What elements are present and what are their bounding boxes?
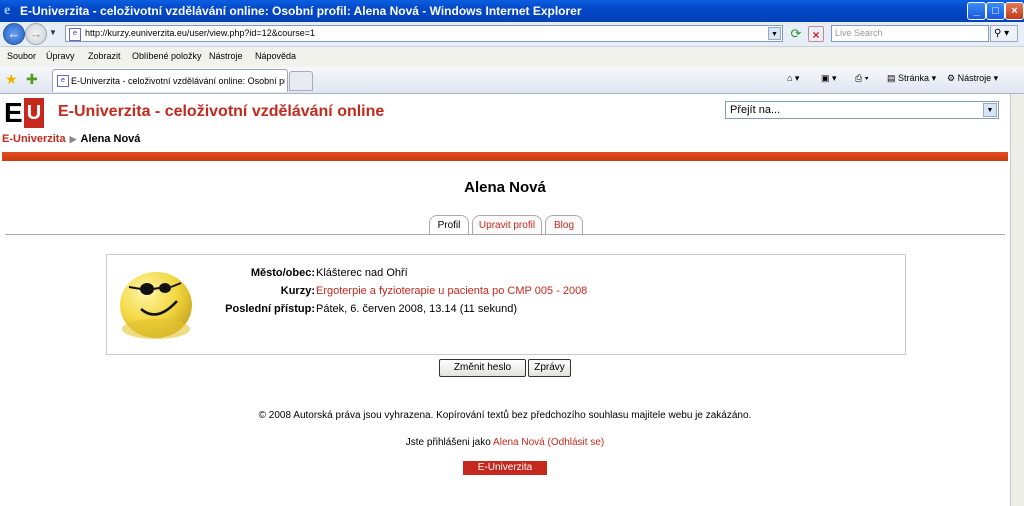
- search-button[interactable]: ⚲ ▾: [990, 25, 1018, 42]
- tab-bar: ★ ✚ e E-Univerzita - celoživotní vzděláv…: [0, 67, 1024, 94]
- breadcrumb-home-link[interactable]: E-Univerzita: [2, 133, 66, 145]
- logo-u: U: [24, 98, 44, 128]
- logo-e: E: [4, 97, 24, 128]
- page-menu-label: Stránka: [898, 73, 930, 83]
- page-icon: e: [69, 28, 81, 41]
- header-divider-bar: [2, 152, 1008, 161]
- address-field[interactable]: e http://kurzy.euniverzita.eu/user/view.…: [65, 25, 783, 42]
- window-title-bar: e E-Univerzita - celoživotní vzdělávání …: [0, 0, 1024, 22]
- change-password-button[interactable]: Změnit heslo: [439, 359, 526, 377]
- profile-box: Město/obec: Klášterec nad Ohří Kurzy: Er…: [106, 254, 906, 355]
- course-link[interactable]: Ergoterpie a fyzioterapie u pacienta po …: [316, 285, 587, 297]
- search-input[interactable]: Live Search: [831, 25, 989, 42]
- menu-upravy[interactable]: Úpravy: [46, 51, 75, 61]
- page-menu-icon: ▤: [887, 73, 896, 83]
- tools-menu[interactable]: ⚙ Nástroje ▾: [947, 73, 998, 84]
- logout-close-paren: ): [600, 437, 605, 448]
- refresh-icon[interactable]: ⟳: [788, 26, 804, 42]
- city-value: Klášterec nad Ohří: [316, 267, 408, 279]
- chevron-down-icon[interactable]: ▼: [983, 103, 997, 117]
- feeds-icon[interactable]: ▣ ▾: [821, 73, 837, 84]
- history-dropdown-icon[interactable]: ▼: [49, 28, 57, 37]
- login-prefix: Jste přihlášeni jako: [405, 437, 494, 448]
- add-favorite-icon[interactable]: ✚: [26, 71, 38, 88]
- forward-button[interactable]: →: [25, 23, 47, 45]
- tab-title: E-Univerzita - celoživotní vzdělávání on…: [71, 76, 285, 86]
- search-icon: ⚲: [994, 28, 1002, 39]
- jump-to-value: Přejít na...: [730, 104, 781, 116]
- breadcrumb: E-Univerzita ▶ Alena Nová: [2, 133, 140, 145]
- menu-nastroje[interactable]: Nástroje: [209, 51, 243, 61]
- home-icon[interactable]: ⌂ ▾: [787, 73, 799, 84]
- menu-soubor[interactable]: Soubor: [7, 51, 36, 61]
- url-text: http://kurzy.euniverzita.eu/user/view.ph…: [85, 28, 315, 38]
- new-tab-button[interactable]: [289, 71, 313, 91]
- tab-edit-profile[interactable]: Upravit profil: [472, 215, 542, 235]
- browser-tab-active[interactable]: e E-Univerzita - celoživotní vzdělávání …: [52, 69, 288, 92]
- back-button[interactable]: ←: [3, 23, 25, 45]
- login-user-link[interactable]: Alena Nová: [493, 437, 545, 448]
- minimize-button[interactable]: _: [967, 2, 986, 20]
- avatar: [120, 272, 192, 339]
- tab-profile[interactable]: Profil: [429, 215, 469, 235]
- last-access-value: Pátek, 6. červen 2008, 13.14 (11 sekund): [316, 303, 517, 315]
- page-title: Alena Nová: [464, 179, 546, 196]
- menu-oblibene[interactable]: Oblíbené položky: [132, 51, 202, 61]
- breadcrumb-current: Alena Nová: [80, 133, 141, 145]
- favorites-star-icon[interactable]: ★: [5, 71, 18, 88]
- breadcrumb-separator-icon: ▶: [69, 134, 77, 144]
- page-menu[interactable]: ▤ Stránka ▾: [887, 73, 936, 84]
- address-toolbar: ← → ▼ e http://kurzy.euniverzita.eu/user…: [0, 22, 1024, 47]
- vertical-scrollbar[interactable]: [1010, 94, 1024, 506]
- stop-icon[interactable]: ×: [808, 26, 824, 42]
- login-info: Jste přihlášeni jako Alena Nová (Odhlási…: [0, 437, 1010, 448]
- last-access-label: Poslední přístup:: [225, 303, 315, 315]
- tools-menu-label: Nástroje: [957, 73, 992, 83]
- ie-logo-icon: e: [4, 3, 11, 18]
- tab-blog[interactable]: Blog: [545, 215, 583, 235]
- menu-bar: Soubor Úpravy Zobrazit Oblíbené položky …: [0, 47, 1024, 68]
- menu-napoveda[interactable]: Nápověda: [255, 51, 296, 61]
- copyright-text: © 2008 Autorská práva jsou vyhrazena. Ko…: [258, 410, 752, 421]
- close-window-button[interactable]: ×: [1005, 2, 1024, 20]
- site-logo[interactable]: E U: [4, 98, 44, 128]
- gear-icon: ⚙: [947, 73, 956, 83]
- chevron-down-icon[interactable]: ▼: [768, 27, 781, 40]
- tab-divider: [5, 234, 1005, 235]
- courses-label: Kurzy:: [280, 285, 315, 297]
- print-icon[interactable]: ⎙ ▾: [855, 73, 868, 84]
- page-content: E U E-Univerzita - celoživotní vzděláván…: [0, 94, 1010, 506]
- jump-to-select[interactable]: Přejít na... ▼: [725, 101, 999, 119]
- logout-link[interactable]: Odhlásit se: [551, 437, 601, 448]
- maximize-button[interactable]: □: [986, 2, 1005, 20]
- city-label: Město/obec:: [250, 267, 315, 279]
- window-title: E-Univerzita - celoživotní vzdělávání on…: [20, 4, 582, 18]
- site-title: E-Univerzita - celoživotní vzdělávání on…: [58, 103, 385, 120]
- messages-button[interactable]: Zprávy: [528, 359, 571, 377]
- menu-zobrazit[interactable]: Zobrazit: [88, 51, 121, 61]
- tab-page-icon: e: [57, 75, 69, 87]
- home-footer-button[interactable]: E-Univerzita: [463, 461, 547, 475]
